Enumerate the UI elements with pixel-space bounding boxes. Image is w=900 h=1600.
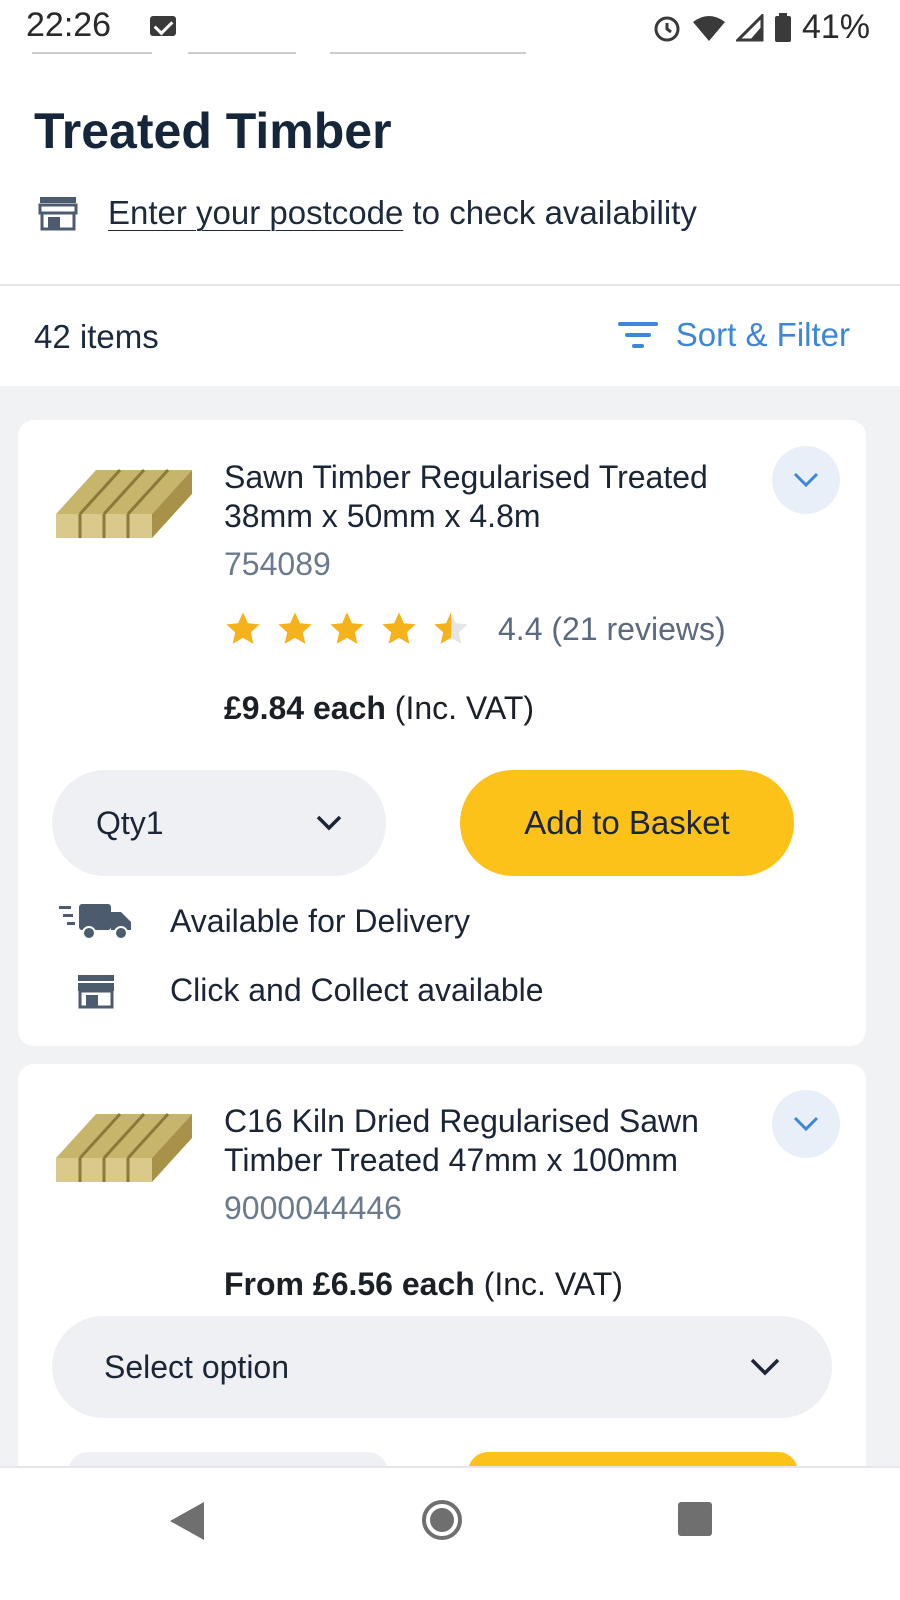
price-amount: £9.84 each bbox=[224, 690, 386, 726]
delivery-truck-icon bbox=[52, 902, 140, 940]
expand-button[interactable] bbox=[772, 1090, 840, 1158]
chevron-down-icon bbox=[316, 815, 342, 831]
star-half-icon bbox=[434, 612, 468, 644]
home-icon[interactable] bbox=[422, 1500, 462, 1540]
status-icons: 41% bbox=[652, 8, 870, 47]
product-code: 754089 bbox=[224, 546, 331, 582]
status-divider bbox=[188, 52, 296, 54]
star-icon bbox=[226, 612, 260, 644]
star-icon bbox=[330, 612, 364, 644]
price-vat-note: (Inc. VAT) bbox=[394, 690, 535, 726]
product-card: C16 Kiln Dried Regularised Sawn Timber T… bbox=[18, 1064, 866, 1492]
store-icon bbox=[38, 197, 78, 231]
status-bar: 22:26 41% bbox=[0, 0, 900, 56]
price: £9.84 each (Inc. VAT) bbox=[224, 690, 534, 727]
product-image bbox=[56, 1112, 192, 1182]
product-title[interactable]: C16 Kiln Dried Regularised Sawn Timber T… bbox=[224, 1102, 764, 1180]
mail-icon bbox=[150, 16, 176, 36]
price-vat-note: (Inc. VAT) bbox=[483, 1266, 623, 1302]
star-rating bbox=[224, 610, 470, 648]
sort-filter-button[interactable]: Sort & Filter bbox=[617, 316, 850, 354]
postcode-link[interactable]: Enter your postcode bbox=[108, 194, 403, 231]
price-amount: From £6.56 each bbox=[224, 1266, 475, 1302]
chevron-down-icon bbox=[793, 1116, 819, 1132]
product-title[interactable]: Sawn Timber Regularised Treated 38mm x 5… bbox=[224, 458, 764, 536]
sort-filter-label: Sort & Filter bbox=[675, 316, 850, 353]
postcode-row: Enter your postcode to check availabilit… bbox=[38, 194, 697, 232]
product-image bbox=[56, 468, 192, 538]
recent-apps-icon[interactable] bbox=[678, 1502, 712, 1536]
product-code: 9000044446 bbox=[224, 1190, 402, 1226]
add-to-basket-button[interactable]: Add to Basket bbox=[460, 770, 794, 876]
page-header: Treated Timber Enter your postcode to ch… bbox=[0, 56, 900, 284]
items-count: 42 items bbox=[34, 318, 159, 355]
quantity-label: Qty1 bbox=[96, 804, 164, 841]
status-time: 22:26 bbox=[26, 6, 112, 44]
battery-icon bbox=[774, 12, 791, 42]
store-icon bbox=[52, 973, 140, 1009]
rating-row[interactable]: 4.4 (21 reviews) bbox=[224, 610, 726, 648]
collect-text: Click and Collect available bbox=[170, 972, 544, 1008]
delivery-text: Available for Delivery bbox=[170, 902, 470, 939]
rating-text: 4.4 (21 reviews) bbox=[498, 610, 726, 647]
status-divider bbox=[32, 52, 152, 54]
status-divider bbox=[330, 52, 526, 54]
alarm-icon bbox=[654, 16, 680, 41]
signal-icon bbox=[735, 13, 764, 41]
back-icon[interactable] bbox=[166, 1500, 206, 1542]
option-select-label: Select option bbox=[104, 1348, 290, 1385]
product-card: Sawn Timber Regularised Treated 38mm x 5… bbox=[18, 420, 866, 1046]
chevron-down-icon bbox=[750, 1358, 780, 1376]
option-select[interactable]: Select option bbox=[52, 1316, 832, 1418]
product-title-line: C16 Kiln Dried Regularised Sawn bbox=[224, 1103, 699, 1139]
wifi-icon bbox=[692, 15, 725, 41]
product-title-line: Timber Treated 47mm x 100mm bbox=[224, 1142, 679, 1178]
filter-icon bbox=[617, 322, 658, 348]
postcode-suffix: to check availability bbox=[412, 194, 697, 231]
star-icon bbox=[278, 612, 312, 644]
results-toolbar: 42 items Sort & Filter bbox=[0, 286, 900, 386]
system-nav-bar bbox=[0, 1466, 900, 1600]
quantity-select[interactable]: Qty1 bbox=[52, 770, 386, 876]
expand-button[interactable] bbox=[772, 446, 840, 514]
chevron-down-icon bbox=[793, 472, 819, 488]
page-title: Treated Timber bbox=[34, 103, 392, 159]
delivery-availability: Available for Delivery bbox=[52, 902, 470, 940]
product-title-line: 38mm x 50mm x 4.8m bbox=[224, 498, 541, 534]
postcode-text: Enter your postcode to check availabilit… bbox=[108, 194, 697, 232]
collect-availability: Click and Collect available bbox=[52, 972, 544, 1009]
star-icon bbox=[382, 612, 416, 644]
product-title-line: Sawn Timber Regularised Treated bbox=[224, 459, 708, 495]
battery-percent: 41% bbox=[801, 8, 870, 46]
price: From £6.56 each (Inc. VAT) bbox=[224, 1266, 623, 1303]
